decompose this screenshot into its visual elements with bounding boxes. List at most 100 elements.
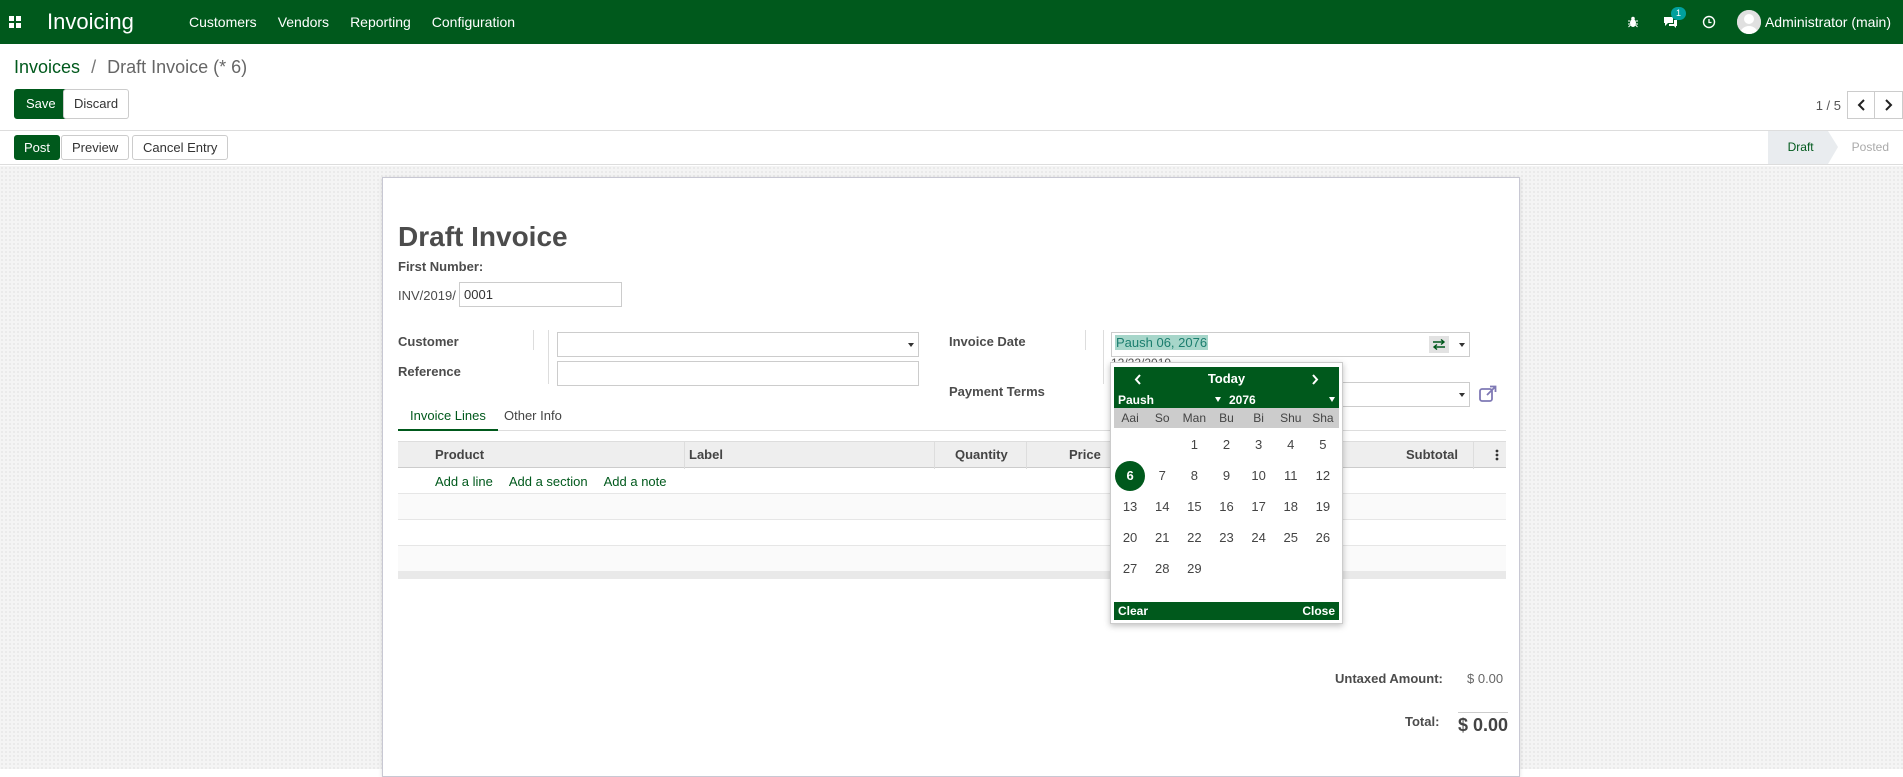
- messages-count-badge: 1: [1670, 7, 1686, 20]
- datepicker-day[interactable]: 15: [1178, 491, 1210, 522]
- datepicker-day[interactable]: 17: [1243, 491, 1275, 522]
- datepicker-day[interactable]: 28: [1146, 553, 1178, 584]
- calendar-switch-icon[interactable]: [1429, 336, 1449, 353]
- customer-select[interactable]: [557, 332, 919, 357]
- datepicker-day-selected[interactable]: 6: [1114, 460, 1146, 491]
- datepicker-day[interactable]: 10: [1243, 460, 1275, 491]
- main-menu: Customers Vendors Reporting Configuratio…: [189, 14, 536, 30]
- messages-icon[interactable]: 1: [1661, 7, 1686, 32]
- datepicker-year-select[interactable]: 2076: [1229, 393, 1256, 407]
- datepicker-day[interactable]: 29: [1178, 553, 1210, 584]
- activities-clock-icon[interactable]: [1699, 12, 1719, 32]
- breadcrumb-invoices-link[interactable]: Invoices: [14, 57, 80, 77]
- datepicker-day[interactable]: 26: [1307, 522, 1339, 553]
- payment-terms-label: Payment Terms: [949, 384, 1045, 399]
- post-button[interactable]: Post: [14, 135, 61, 160]
- chevron-right-icon: [1312, 373, 1319, 385]
- tab-invoice-lines[interactable]: Invoice Lines: [398, 401, 498, 431]
- menu-item-configuration[interactable]: Configuration: [432, 14, 515, 30]
- datepicker-day[interactable]: 11: [1275, 460, 1307, 491]
- chevron-right-icon: [1885, 99, 1893, 111]
- pager-value[interactable]: 1 / 5: [1816, 98, 1841, 113]
- discard-button[interactable]: Discard: [63, 89, 130, 119]
- user-name: Administrator (main): [1764, 14, 1891, 30]
- column-separator: [1026, 442, 1027, 469]
- weekday-label: Bi: [1253, 411, 1264, 425]
- pager-next-button[interactable]: [1875, 91, 1903, 119]
- optional-columns-icon[interactable]: [1495, 449, 1499, 464]
- column-header-subtotal[interactable]: Subtotal: [1406, 447, 1458, 462]
- datepicker-day[interactable]: 21: [1146, 522, 1178, 553]
- datepicker-day[interactable]: 12: [1307, 460, 1339, 491]
- datepicker-month-select[interactable]: Paush: [1118, 393, 1154, 407]
- datepicker-day[interactable]: 2: [1210, 429, 1242, 460]
- save-button[interactable]: Save: [14, 89, 68, 119]
- app-name[interactable]: Invoicing: [47, 9, 189, 35]
- menu-item-reporting[interactable]: Reporting: [350, 14, 411, 30]
- invoice-date-label: Invoice Date: [949, 334, 1026, 349]
- field-separator: [1085, 330, 1086, 350]
- datepicker-day[interactable]: 5: [1307, 429, 1339, 460]
- breadcrumb-separator: /: [91, 57, 97, 77]
- datepicker-day[interactable]: 25: [1275, 522, 1307, 553]
- status-bar: Post Preview Cancel Entry Draft Posted: [0, 130, 1903, 165]
- column-header-quantity[interactable]: Quantity: [955, 447, 1008, 462]
- apps-menu-icon[interactable]: [1, 0, 29, 44]
- datepicker-clear-button[interactable]: Clear: [1118, 604, 1148, 618]
- datepicker-day[interactable]: 14: [1146, 491, 1178, 522]
- datepicker-day[interactable]: 23: [1210, 522, 1242, 553]
- customer-label: Customer: [398, 334, 459, 349]
- first-number-label: First Number:: [398, 259, 484, 274]
- user-avatar: [1736, 10, 1761, 34]
- caret-down-icon[interactable]: [1459, 343, 1465, 347]
- caret-down-icon[interactable]: [1329, 397, 1335, 402]
- datepicker-day[interactable]: 8: [1178, 460, 1210, 491]
- debug-bug-icon[interactable]: [1623, 12, 1643, 32]
- datepicker-next-month-button[interactable]: [1303, 367, 1327, 391]
- column-header-price[interactable]: Price: [1069, 447, 1101, 462]
- datepicker-day[interactable]: 1: [1178, 429, 1210, 460]
- tab-other-info[interactable]: Other Info: [492, 401, 574, 431]
- weekday-label: Bu: [1219, 411, 1234, 425]
- datepicker-day[interactable]: 16: [1210, 491, 1242, 522]
- caret-down-icon[interactable]: [1215, 397, 1221, 402]
- sequence-number-input[interactable]: [459, 282, 622, 307]
- datepicker-day[interactable]: 22: [1178, 522, 1210, 553]
- status-step-draft[interactable]: Draft: [1767, 131, 1838, 164]
- menu-item-vendors[interactable]: Vendors: [278, 14, 329, 30]
- add-line-link[interactable]: Add a line: [435, 474, 493, 489]
- datepicker-day[interactable]: 3: [1243, 429, 1275, 460]
- status-step-posted[interactable]: Posted: [1828, 131, 1903, 164]
- chevron-left-icon: [1857, 99, 1865, 111]
- column-header-label[interactable]: Label: [689, 447, 723, 462]
- column-header-product[interactable]: Product: [435, 447, 484, 462]
- weekday-label: Aai: [1121, 411, 1139, 425]
- datepicker-day[interactable]: 27: [1114, 553, 1146, 584]
- datepicker-close-button[interactable]: Close: [1302, 604, 1335, 618]
- add-section-link[interactable]: Add a section: [509, 474, 588, 489]
- add-note-link[interactable]: Add a note: [604, 474, 667, 489]
- datepicker-day[interactable]: 20: [1114, 522, 1146, 553]
- top-navbar: Invoicing Customers Vendors Reporting Co…: [0, 0, 1903, 44]
- datepicker-day[interactable]: 9: [1210, 460, 1242, 491]
- total-label: Total:: [1405, 714, 1440, 729]
- datepicker-weekday-row: Aai So Man Bu Bi Shu Sha: [1114, 408, 1339, 428]
- invoice-date-input[interactable]: Paush 06, 2076: [1111, 332, 1470, 357]
- datepicker-day[interactable]: 24: [1243, 522, 1275, 553]
- datepicker-day[interactable]: 18: [1275, 491, 1307, 522]
- preview-button[interactable]: Preview: [61, 135, 130, 160]
- menu-item-customers[interactable]: Customers: [189, 14, 257, 30]
- navbar-systray: 1 Administrator (main): [1623, 0, 1903, 44]
- datepicker-day[interactable]: 4: [1275, 429, 1307, 460]
- reference-input[interactable]: [557, 361, 919, 386]
- user-menu[interactable]: Administrator (main): [1736, 10, 1891, 34]
- datepicker-footer: Clear Close: [1114, 602, 1339, 620]
- pager-previous-button[interactable]: [1847, 91, 1875, 119]
- datepicker-day[interactable]: 7: [1146, 460, 1178, 491]
- cancel-entry-button[interactable]: Cancel Entry: [132, 135, 229, 160]
- datepicker-day[interactable]: 19: [1307, 491, 1339, 522]
- untaxed-amount-value: $ 0.00: [1467, 671, 1504, 686]
- weekday-label: So: [1154, 411, 1170, 425]
- untaxed-amount-label: Untaxed Amount:: [1335, 671, 1443, 686]
- datepicker-day[interactable]: 13: [1114, 491, 1146, 522]
